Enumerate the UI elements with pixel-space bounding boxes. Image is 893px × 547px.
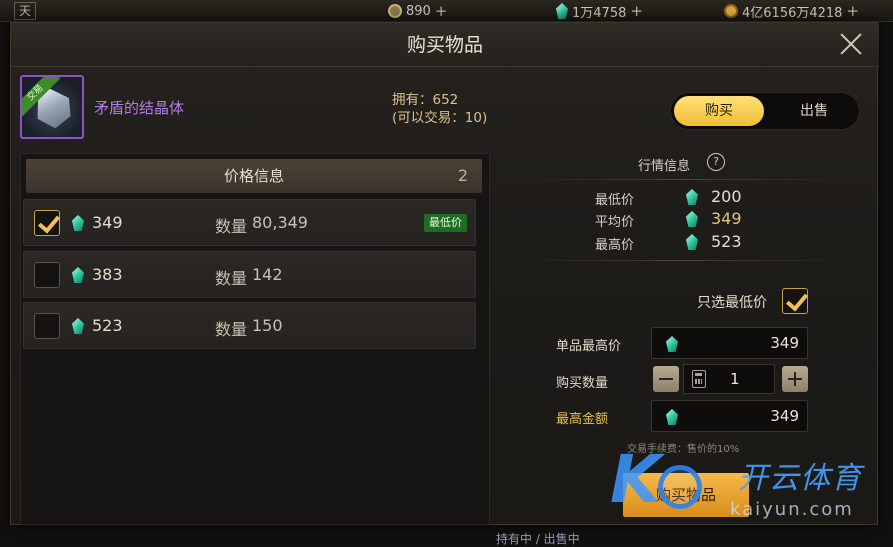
row-checkbox[interactable] [34, 262, 60, 288]
divider [518, 260, 848, 261]
gem-icon [72, 267, 84, 283]
currency-gold: 4亿6156万4218 + [724, 2, 859, 21]
row-price: 383 [92, 265, 123, 284]
row-checkbox[interactable] [34, 210, 60, 236]
unit-max-price-value: 349 [770, 334, 799, 352]
gem-icon [666, 409, 678, 425]
c-coin-icon [388, 4, 402, 18]
row-qty: 150 [252, 316, 283, 335]
item-name: 矛盾的结晶体 [94, 99, 185, 117]
row-qty: 80,349 [252, 213, 308, 232]
price-row[interactable]: 523 数量 150 [23, 302, 476, 349]
buy-sell-toggle: 购买 出售 [670, 92, 860, 130]
row-checkbox[interactable] [34, 313, 60, 339]
price-list-title: 价格信息 [223, 167, 284, 185]
quantity-value: 1 [730, 370, 740, 388]
dialog-title: 购买物品 [11, 23, 879, 67]
min-price-label: 最低价 [595, 193, 635, 208]
row-qty: 142 [252, 265, 283, 284]
owned-count: 拥有：652 [392, 92, 459, 108]
gem-icon [72, 318, 84, 334]
add-gold-button[interactable]: + [846, 2, 859, 20]
total-max-label: 最高金额 [556, 412, 609, 427]
help-icon[interactable]: ? [707, 153, 725, 171]
server-badge: 天 [14, 2, 36, 20]
avg-price-value: 349 [711, 209, 742, 228]
only-lowest-checkbox[interactable] [782, 288, 808, 314]
lowest-price-badge: 最低价 [424, 214, 467, 232]
currency-gem: 1万4758 + [556, 2, 643, 21]
quantity-label: 购买数量 [556, 376, 609, 391]
total-max-value: 349 [770, 407, 799, 425]
price-row[interactable]: 349 数量 80,349 最低价 [23, 199, 476, 246]
avg-price-label: 平均价 [595, 215, 635, 230]
fee-note: 交易手续费：售价的10% [627, 444, 740, 455]
tab-buy[interactable]: 购买 [674, 96, 764, 126]
price-row[interactable]: 383 数量 142 [23, 251, 476, 298]
row-qty-label: 数量 [215, 217, 248, 236]
currency-silver: 890 + [388, 2, 447, 20]
quantity-decrease-button[interactable] [653, 366, 679, 392]
unit-max-price-field[interactable]: 349 [651, 327, 808, 359]
currency-bar: 天 890 + 1万4758 + 4亿6156万4218 + [0, 0, 893, 22]
add-gem-button[interactable]: + [630, 2, 643, 20]
price-list-count: 2 [457, 166, 468, 185]
owned-info: 拥有：652 (可以交易：10) [392, 91, 487, 127]
row-qty-label: 数量 [215, 320, 248, 339]
divider [518, 179, 848, 180]
gem-icon [556, 3, 568, 19]
total-max-field: 349 [651, 400, 808, 432]
buy-item-dialog: 购买物品 交易 矛盾的结晶体 拥有：652 (可以交易：10) 购买 出售 价格… [10, 22, 879, 525]
row-price: 523 [92, 316, 123, 335]
quantity-increase-button[interactable] [782, 366, 808, 392]
row-price: 349 [92, 213, 123, 232]
max-price-label: 最高价 [595, 238, 635, 253]
close-icon[interactable] [839, 32, 863, 56]
tradable-count: (可以交易：10) [392, 110, 488, 126]
max-price-value: 523 [711, 232, 742, 251]
only-lowest-label: 只选最低价 [697, 295, 767, 311]
buy-item-button[interactable]: 购买物品 [623, 473, 749, 517]
gem-icon [666, 336, 678, 352]
gem-icon [72, 215, 84, 231]
quantity-input[interactable]: 1 [683, 364, 775, 394]
add-silver-button[interactable]: + [435, 2, 448, 20]
price-list-header: 价格信息 2 [26, 159, 482, 193]
unit-max-price-label: 单品最高价 [556, 339, 622, 354]
tab-sell[interactable]: 出售 [771, 96, 857, 126]
item-crystal-icon[interactable]: 交易 [20, 75, 84, 139]
row-qty-label: 数量 [215, 269, 248, 288]
calculator-icon[interactable] [692, 370, 706, 388]
gold-coin-icon [724, 4, 738, 18]
holding-status: 持有中 / 出售中 [496, 532, 580, 546]
market-info-title: 行情信息 [638, 159, 691, 174]
min-price-value: 200 [711, 187, 742, 206]
